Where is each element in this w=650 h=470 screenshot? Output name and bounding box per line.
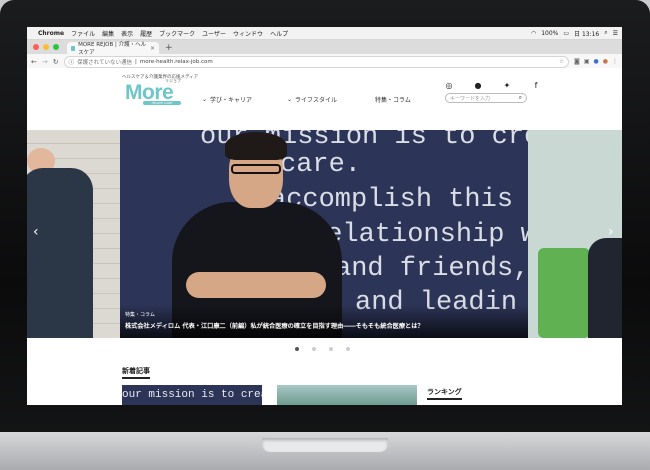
twitter-icon[interactable]: ✦ [502,81,512,90]
chevron-down-icon: ⌄ [287,96,293,103]
carousel-prev-slide[interactable] [27,130,120,338]
forward-icon[interactable]: → [42,58,48,66]
browser-tab-bar: MORE REJOB | 介護・ヘルスケア × + [27,40,622,56]
ranking-heading: ランキング [427,387,462,400]
slide-image-person [588,238,622,338]
nav-item-learning-career[interactable]: ⌄ 学び・キャリア [202,95,252,104]
slide-category[interactable]: 特集・コラム [125,311,155,318]
extensions-area: ◙ ▣ ● ● ⋮ [574,58,618,65]
battery-percent: 100% [541,29,559,37]
nav-label: ライフスタイル [295,97,338,104]
new-articles-heading: 新着記事 [122,366,150,379]
carousel-dot[interactable] [295,347,299,351]
menu-item-view[interactable]: 表示 [121,29,133,38]
mac-menu-bar: Chrome ファイル 編集 表示 履歴 ブックマーク ユーザー ウィンドウ ヘ… [27,27,622,40]
carousel-dot[interactable] [346,347,350,351]
search-icon[interactable]: ⌕ [519,94,522,102]
profile-avatar[interactable]: ● [603,58,608,65]
close-window-button[interactable] [33,44,39,50]
board-text: care. [280,150,362,180]
carousel-dots [295,347,350,351]
site-header: ヘルスケア＆介護業界の応援メディア More リジョブ HEALTH CARE … [27,68,622,114]
menu-item-window[interactable]: ウィンドウ [233,29,263,38]
menu-kebab-icon[interactable]: ⋮ [612,58,618,65]
back-icon[interactable]: ← [31,58,37,66]
slide-image-glasses [231,164,281,174]
slide-caption: 特集・コラム 株式会社メディロム 代表・江口康二（前編）私が統合医療の確立を目指… [120,305,528,338]
reload-icon[interactable]: ↻ [53,58,59,66]
carousel-dot[interactable] [312,347,316,351]
nav-label: 特集・コラム [375,97,411,104]
zoom-window-button[interactable] [53,44,59,50]
extension-blue-icon[interactable]: ● [594,58,599,65]
nav-item-features-column[interactable]: 特集・コラム [375,95,411,104]
slide-image-hair [225,132,287,160]
slide-image-chair [538,248,590,338]
window-controls [33,40,59,54]
site-tagline: ヘルスケア＆介護業界の応援メディア [122,75,199,80]
extension-camera-icon[interactable]: ◙ [574,58,580,65]
address-bar[interactable]: ⓘ 保護されていない通信 | more-health.relax-job.com… [63,55,569,68]
thumbnail-text: our mission is to crea [122,389,262,401]
battery-icon[interactable]: ▭ [563,30,569,37]
carousel-prev-icon[interactable]: ‹ [33,224,39,240]
clock[interactable]: 日 13:16 [574,29,599,38]
wifi-icon[interactable]: ◠ [531,30,536,37]
bookmark-star-icon[interactable]: ☆ [559,59,564,65]
favicon-icon [71,45,76,51]
security-label: 保護されていない通信 [77,59,132,66]
carousel-dot[interactable] [329,347,333,351]
notification-icon[interactable]: ☰ [613,30,618,37]
carousel-active-slide[interactable]: our mission is to crea care. accomplish … [120,130,528,338]
info-icon[interactable]: ⓘ [69,58,75,66]
extension-icon[interactable]: ▣ [584,58,590,65]
logo-subtitle: HEALTH CARE [143,101,181,105]
nav-label: 学び・キャリア [210,97,253,104]
address-separator: | [134,58,137,65]
hero-carousel: our mission is to crea care. accomplish … [27,130,622,338]
nav-item-lifestyle[interactable]: ⌄ ライフスタイル [287,95,337,104]
line-icon[interactable]: ● [473,81,483,90]
menu-app-name[interactable]: Chrome [38,30,64,37]
menu-item-bookmarks[interactable]: ブックマーク [159,29,195,38]
social-links: ◎ ● ✦ f [444,81,541,90]
new-tab-button[interactable]: + [165,42,173,54]
menu-item-people[interactable]: ユーザー [202,29,226,38]
minimize-window-button[interactable] [43,44,49,50]
menu-item-history[interactable]: 履歴 [140,29,152,38]
carousel-next-icon[interactable]: › [608,224,614,240]
menubar-status-area: ◠ 100% ▭ 日 13:16 ⌕ ☰ [531,29,618,38]
tab-title: MORE REJOB | 介護・ヘルスケア [78,42,147,56]
board-text: and friends, c [335,254,528,284]
article-thumbnail[interactable] [277,385,417,405]
slide-image-person [27,168,93,338]
chevron-down-icon: ⌄ [202,96,208,103]
logo-ruby: リジョブ [165,78,181,83]
slide-image-arms [186,272,326,298]
screen: Chrome ファイル 編集 表示 履歴 ブックマーク ユーザー ウィンドウ ヘ… [27,27,622,405]
menu-item-file[interactable]: ファイル [71,29,95,38]
instagram-icon[interactable]: ◎ [444,81,454,90]
board-text: relationship wit [310,220,528,250]
search-placeholder: キーワードを入力 [450,95,491,102]
laptop-hinge-notch [262,438,388,452]
browser-tab[interactable]: MORE REJOB | 介護・ヘルスケア × [67,42,159,56]
menu-item-help[interactable]: ヘルプ [270,29,288,38]
close-tab-icon[interactable]: × [150,45,155,52]
article-thumbnail[interactable]: our mission is to crea [122,385,262,405]
url-text: more-health.relax-job.com [139,58,213,65]
spotlight-icon[interactable]: ⌕ [604,29,607,37]
site-search-input[interactable]: キーワードを入力 ⌕ [445,93,527,103]
slide-title[interactable]: 株式会社メディロム 代表・江口康二（前編）私が統合医療の確立を目指す理由――そも… [125,321,424,330]
facebook-icon[interactable]: f [531,81,541,90]
menu-item-edit[interactable]: 編集 [102,29,114,38]
